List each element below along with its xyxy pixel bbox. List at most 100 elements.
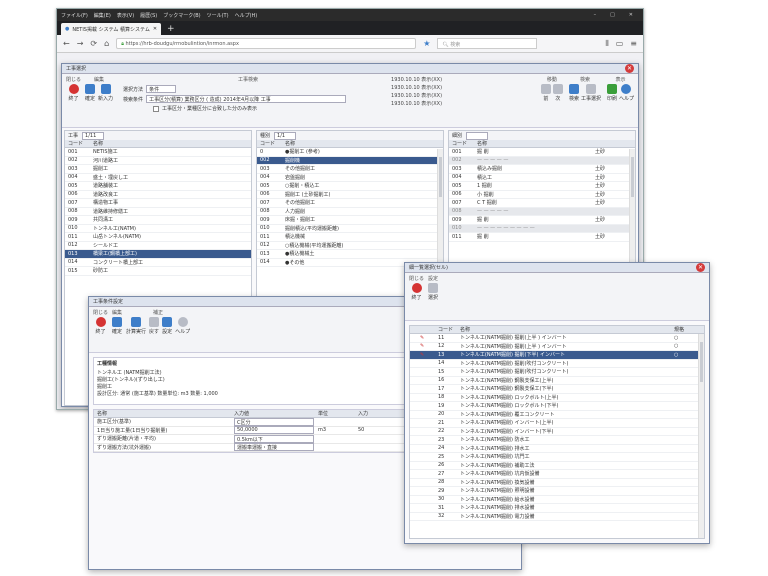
list-item[interactable]: 28 トンネル工(NATM掘削) 換気設備 xyxy=(410,479,704,487)
table-row[interactable]: 008 人力掘削 xyxy=(257,208,443,216)
table-row[interactable]: 012 シールド工 xyxy=(65,242,251,250)
table-row[interactable]: 006 小 掘削 土砂 xyxy=(449,191,635,199)
prev-button[interactable]: 前 xyxy=(540,84,551,102)
exit-button[interactable]: 終了 xyxy=(68,84,79,102)
confirm-button[interactable]: 確定 xyxy=(85,84,95,102)
list-item[interactable]: 23 トンネル工(NATM掘削) 防水工 xyxy=(410,436,704,445)
list-item[interactable]: 20 トンネル工(NATM掘削) 覆工コンクリート xyxy=(410,411,704,419)
scrollbar[interactable] xyxy=(698,334,704,538)
new-tab-button[interactable]: + xyxy=(161,23,181,35)
table-row[interactable]: 010 掘削積込(平均運搬距離) xyxy=(257,225,443,233)
page-selector[interactable]: 1/1 xyxy=(274,131,297,140)
cell-input[interactable]: 0.5km以下 xyxy=(234,434,314,443)
table-row[interactable]: 005 道路舗装工 xyxy=(65,182,251,191)
list-item[interactable]: 25 トンネル工(NATM掘削) 坑門工 xyxy=(410,453,704,462)
menu-item[interactable]: ブックマーク(B) xyxy=(163,12,200,19)
table-row[interactable]: 010 — — — — — — — — — xyxy=(449,224,635,233)
table-row[interactable]: 011 積込機械 xyxy=(257,233,443,242)
table-row[interactable]: 007 C T 掘削 土砂 xyxy=(449,199,635,208)
search-button[interactable]: 検索 xyxy=(568,84,579,102)
table-row[interactable]: 005 ○掘削・積込工 xyxy=(257,182,443,191)
list-item[interactable]: 32 トンネル工(NATM掘削) 電力設備 xyxy=(410,513,704,521)
cell-input[interactable]: 50,0000 xyxy=(234,426,314,435)
select-method-dropdown[interactable]: 条件 xyxy=(146,85,177,93)
table-row[interactable]: 002 河川道路工 xyxy=(65,157,251,165)
hamburger-menu-icon[interactable]: ≡ xyxy=(630,39,637,48)
list-item[interactable]: 29 トンネル工(NATM掘削) 照明設備 xyxy=(410,487,704,496)
undo-button[interactable]: 戻す xyxy=(149,317,159,335)
menu-item[interactable]: 編集(E) xyxy=(94,12,111,19)
settings-button[interactable]: 設定 xyxy=(162,317,172,335)
cell-input[interactable]: C区分 xyxy=(234,417,314,426)
table-row[interactable]: 003 掘削工 xyxy=(65,165,251,174)
table-row[interactable]: 003 積込み掘削 土砂 xyxy=(449,165,635,174)
menu-item[interactable]: ファイル(F) xyxy=(61,12,88,19)
menu-item[interactable]: 表示(V) xyxy=(117,12,134,19)
table-row[interactable]: 003 その他掘削工 xyxy=(257,165,443,174)
minimize-button[interactable]: – xyxy=(594,12,597,18)
next-button[interactable]: 次 xyxy=(552,84,563,102)
table-row[interactable]: 011 掘 削土砂 xyxy=(449,233,635,242)
maximize-button[interactable]: □ xyxy=(610,12,615,18)
close-icon[interactable]: ✕ xyxy=(625,64,634,73)
list-item[interactable]: 17 トンネル工(NATM掘削) 鋼製支保工(下半) xyxy=(410,385,704,394)
table-row[interactable]: 005 1 掘削 土砂 xyxy=(449,182,635,191)
search-condition-dropdown[interactable]: 工事区分(積算) 業務区分 ( 造成) 2014年4月以降 工事 xyxy=(146,95,347,103)
browser-search-input[interactable]: 🔍︎ 検索 xyxy=(437,38,538,49)
work-select-button[interactable]: 工事選択 xyxy=(581,84,601,102)
table-row[interactable]: 007 その他掘削工 xyxy=(257,199,443,208)
table-row[interactable]: 006 掘削工 (土砂掘削工) xyxy=(257,191,443,199)
help-button[interactable]: ヘルプ xyxy=(175,317,190,335)
list-item[interactable]: 15 トンネル工(NATM掘削) 掘削(吹付コンクリート) xyxy=(410,368,704,377)
help-button[interactable]: ヘルプ xyxy=(619,84,634,102)
url-bar[interactable]: 🔒︎ https://hrb-doudgu/rrnobulintion/inrm… xyxy=(116,38,417,49)
table-row[interactable]: 004 盛土・埋戻し工 xyxy=(65,174,251,182)
table-row[interactable]: 008 道路維持修繕工 xyxy=(65,208,251,216)
list-item[interactable]: 24 トンネル工(NATM掘削) 排水工 xyxy=(410,445,704,453)
filter-checkbox[interactable] xyxy=(153,105,160,112)
table-row[interactable]: 004 岩盤掘削 xyxy=(257,174,443,182)
table-row[interactable]: 008 — — — — — xyxy=(449,207,635,216)
print-button[interactable]: 印刷 xyxy=(606,84,617,102)
table-row[interactable]: 009 掘 削土砂 xyxy=(449,216,635,225)
close-icon[interactable]: ✕ xyxy=(696,263,705,272)
sidebar-icon[interactable]: ▭ xyxy=(616,39,624,48)
list-item[interactable]: ✎ 13 トンネル工(NATM掘削) 掘削(下半) インバート ○ xyxy=(410,351,704,360)
table-row[interactable]: 009 床掘・掘削工 xyxy=(257,216,443,225)
list-item[interactable]: 31 トンネル工(NATM掘削) 排水設備 xyxy=(410,504,704,513)
home-icon[interactable]: ⌂ xyxy=(104,39,109,48)
confirm-button[interactable]: 確定 xyxy=(112,317,122,335)
close-window-button[interactable]: ✕ xyxy=(629,12,633,18)
forward-icon[interactable]: → xyxy=(77,39,84,48)
bookmark-star-icon[interactable]: ★ xyxy=(423,39,430,48)
exit-button[interactable]: 終了 xyxy=(411,283,422,301)
table-row[interactable]: 011 山岳トンネル(NATM) xyxy=(65,233,251,242)
list-item[interactable]: 27 トンネル工(NATM掘削) 坑内仮設備 xyxy=(410,470,704,479)
page-selector[interactable] xyxy=(466,131,489,140)
table-row[interactable]: 002 — — — — — xyxy=(449,156,635,165)
reload-icon[interactable]: ⟳ xyxy=(90,39,97,48)
list-item[interactable]: 14 トンネル工(NATM掘削) 掘削(吹付コンクリート) xyxy=(410,360,704,368)
table-row[interactable]: 006 道路改良工 xyxy=(65,191,251,199)
exit-button[interactable]: 終了 xyxy=(95,317,106,335)
table-row[interactable]: 001 掘 削土砂 xyxy=(449,148,635,157)
list-item[interactable]: 26 トンネル工(NATM掘削) 補助工法 xyxy=(410,462,704,470)
table-row[interactable]: 013 橋梁工(鋼橋上部工) xyxy=(65,250,251,259)
table-row[interactable]: 012 ○積込機械(平均運搬距離) xyxy=(257,242,443,250)
menu-item[interactable]: 履歴(S) xyxy=(140,12,157,19)
table-row[interactable]: 001 NETIS施工 xyxy=(65,148,251,157)
cell-input[interactable]: 運搬車運搬・直接 xyxy=(234,443,314,452)
list-item[interactable]: 19 トンネル工(NATM掘削) ロックボルト(下半) xyxy=(410,402,704,411)
table-row[interactable]: 015 砂防工 xyxy=(65,267,251,276)
table-row[interactable]: 007 構造物工事 xyxy=(65,199,251,208)
table-row[interactable]: 0 ●掘削工 (参考) xyxy=(257,148,443,157)
list-item[interactable]: 22 トンネル工(NATM掘削) インバート(下半) xyxy=(410,428,704,436)
back-icon[interactable]: ← xyxy=(63,39,70,48)
table-row[interactable]: 002 掘削機 xyxy=(257,156,443,165)
list-item[interactable]: ✎ 11 トンネル工(NATM掘削) 掘削(上半 ) インバート ○ xyxy=(410,334,704,343)
list-item[interactable]: 21 トンネル工(NATM掘削) インバート(上半) xyxy=(410,419,704,428)
list-item[interactable]: 30 トンネル工(NATM掘削) 給水設備 xyxy=(410,496,704,504)
menu-item[interactable]: ヘルプ(H) xyxy=(235,12,258,19)
table-row[interactable]: 013 ●積込機械土 xyxy=(257,250,443,259)
menu-item[interactable]: ツール(T) xyxy=(207,12,229,19)
